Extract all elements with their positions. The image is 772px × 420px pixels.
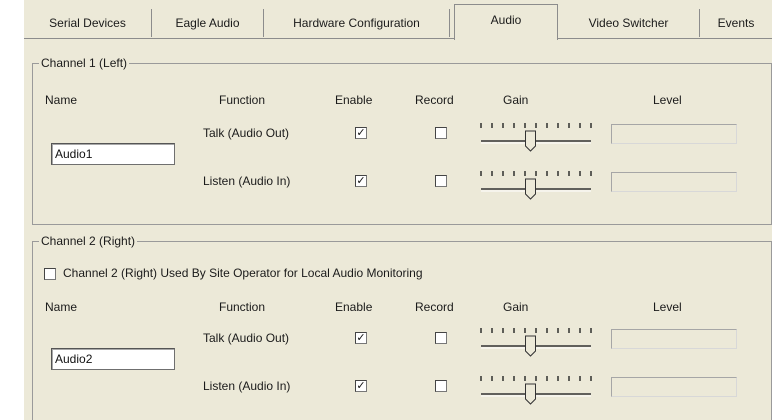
channel1-listen-level-meter: [611, 172, 737, 192]
channel2-group: Channel 2 (Right) Channel 2 (Right) Used…: [32, 233, 772, 420]
channel1-listen-gain-slider[interactable]: [477, 168, 595, 204]
function-header: Function: [219, 93, 266, 107]
gain-header: Gain: [503, 300, 529, 314]
channel1-title: Channel 1 (Left): [39, 55, 130, 71]
tab-divider: [24, 38, 772, 39]
channel2-monitor-checkbox[interactable]: [44, 268, 56, 280]
channel2-listen-gain-slider[interactable]: [477, 373, 595, 409]
name-header: Name: [45, 300, 78, 314]
channel2-talk-enable-checkbox[interactable]: ✓: [355, 332, 367, 344]
enable-header: Enable: [335, 93, 373, 107]
audio-settings-window: Serial Devices Eagle Audio Hardware Conf…: [24, 0, 772, 420]
channel2-talk-function-label: Talk (Audio Out): [203, 331, 290, 345]
gain-thumb[interactable]: [525, 335, 536, 357]
channel1-listen-function-label: Listen (Audio In): [203, 174, 291, 188]
tab-eagle-audio[interactable]: Eagle Audio: [152, 9, 264, 37]
channel2-talk-record-checkbox[interactable]: [435, 332, 447, 344]
channel2-listen-level-meter: [611, 377, 737, 397]
channel2-listen-enable-checkbox[interactable]: ✓: [355, 380, 367, 392]
channel1-group: Channel 1 (Left) Name Function Enable Re…: [32, 55, 772, 225]
record-header: Record: [415, 300, 454, 314]
gain-thumb[interactable]: [525, 178, 536, 200]
channel1-talk-function-label: Talk (Audio Out): [203, 126, 290, 140]
gain-thumb[interactable]: [525, 130, 536, 152]
channel2-listen-record-checkbox[interactable]: [435, 380, 447, 392]
tab-serial-devices[interactable]: Serial Devices: [24, 9, 152, 37]
gain-header: Gain: [503, 93, 529, 107]
channel1-talk-enable-checkbox[interactable]: ✓: [355, 127, 367, 139]
tab-video-switcher[interactable]: Video Switcher: [558, 9, 700, 37]
channel1-talk-gain-slider[interactable]: [477, 120, 595, 156]
name-header: Name: [45, 93, 78, 107]
level-header: Level: [653, 93, 682, 107]
channel1-talk-record-checkbox[interactable]: [435, 127, 447, 139]
channel1-listen-record-checkbox[interactable]: [435, 175, 447, 187]
channel2-listen-function-label: Listen (Audio In): [203, 379, 291, 393]
gain-thumb[interactable]: [525, 383, 536, 405]
channel1-name-input[interactable]: [51, 143, 175, 165]
level-header: Level: [653, 300, 682, 314]
tab-events[interactable]: Events: [700, 9, 772, 37]
channel1-listen-enable-checkbox[interactable]: ✓: [355, 175, 367, 187]
channel2-talk-gain-slider[interactable]: [477, 325, 595, 361]
channel2-title: Channel 2 (Right): [39, 233, 138, 249]
channel2-talk-level-meter: [611, 329, 737, 349]
channel2-monitor-label[interactable]: Channel 2 (Right) Used By Site Operator …: [63, 266, 423, 280]
tab-strip: Serial Devices Eagle Audio Hardware Conf…: [24, 0, 772, 40]
channel1-talk-level-meter: [611, 124, 737, 144]
tab-audio[interactable]: Audio: [454, 4, 558, 40]
channel2-name-input[interactable]: [51, 348, 175, 370]
function-header: Function: [219, 300, 266, 314]
tab-hardware-configuration[interactable]: Hardware Configuration: [264, 9, 450, 37]
record-header: Record: [415, 93, 454, 107]
enable-header: Enable: [335, 300, 373, 314]
